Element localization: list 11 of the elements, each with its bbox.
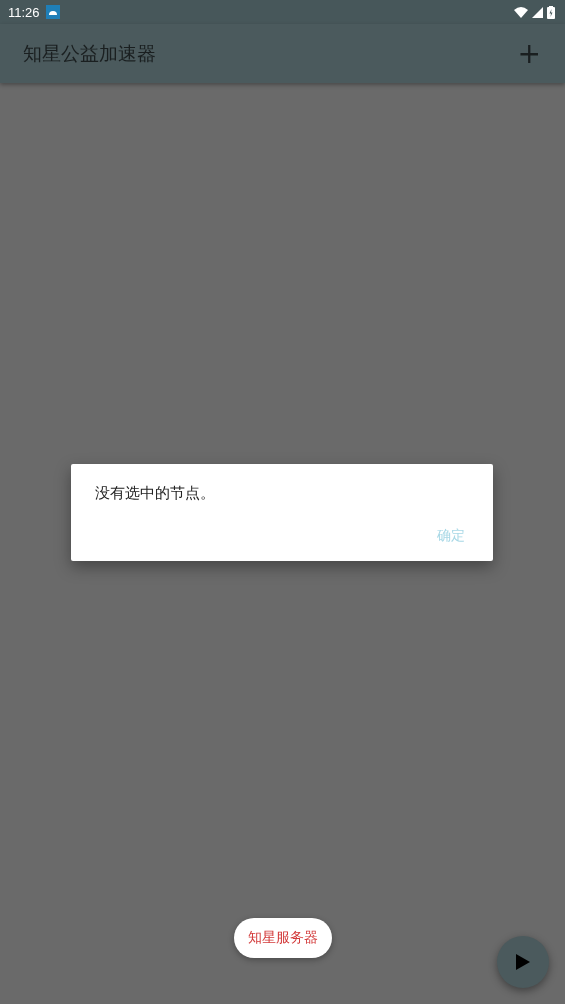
signal-icon — [532, 6, 543, 18]
play-icon — [516, 954, 530, 970]
add-button[interactable]: + — [515, 39, 543, 68]
play-button[interactable] — [497, 936, 549, 988]
android-icon — [45, 5, 60, 19]
battery-icon — [547, 5, 555, 19]
status-time: 11:26 — [8, 4, 40, 20]
wifi-icon — [514, 6, 528, 18]
dialog-message: 没有选中的节点。 — [95, 484, 216, 503]
server-chip[interactable]: 知星服务器 — [233, 918, 332, 958]
app-title: 知星公益加速器 — [23, 40, 156, 66]
